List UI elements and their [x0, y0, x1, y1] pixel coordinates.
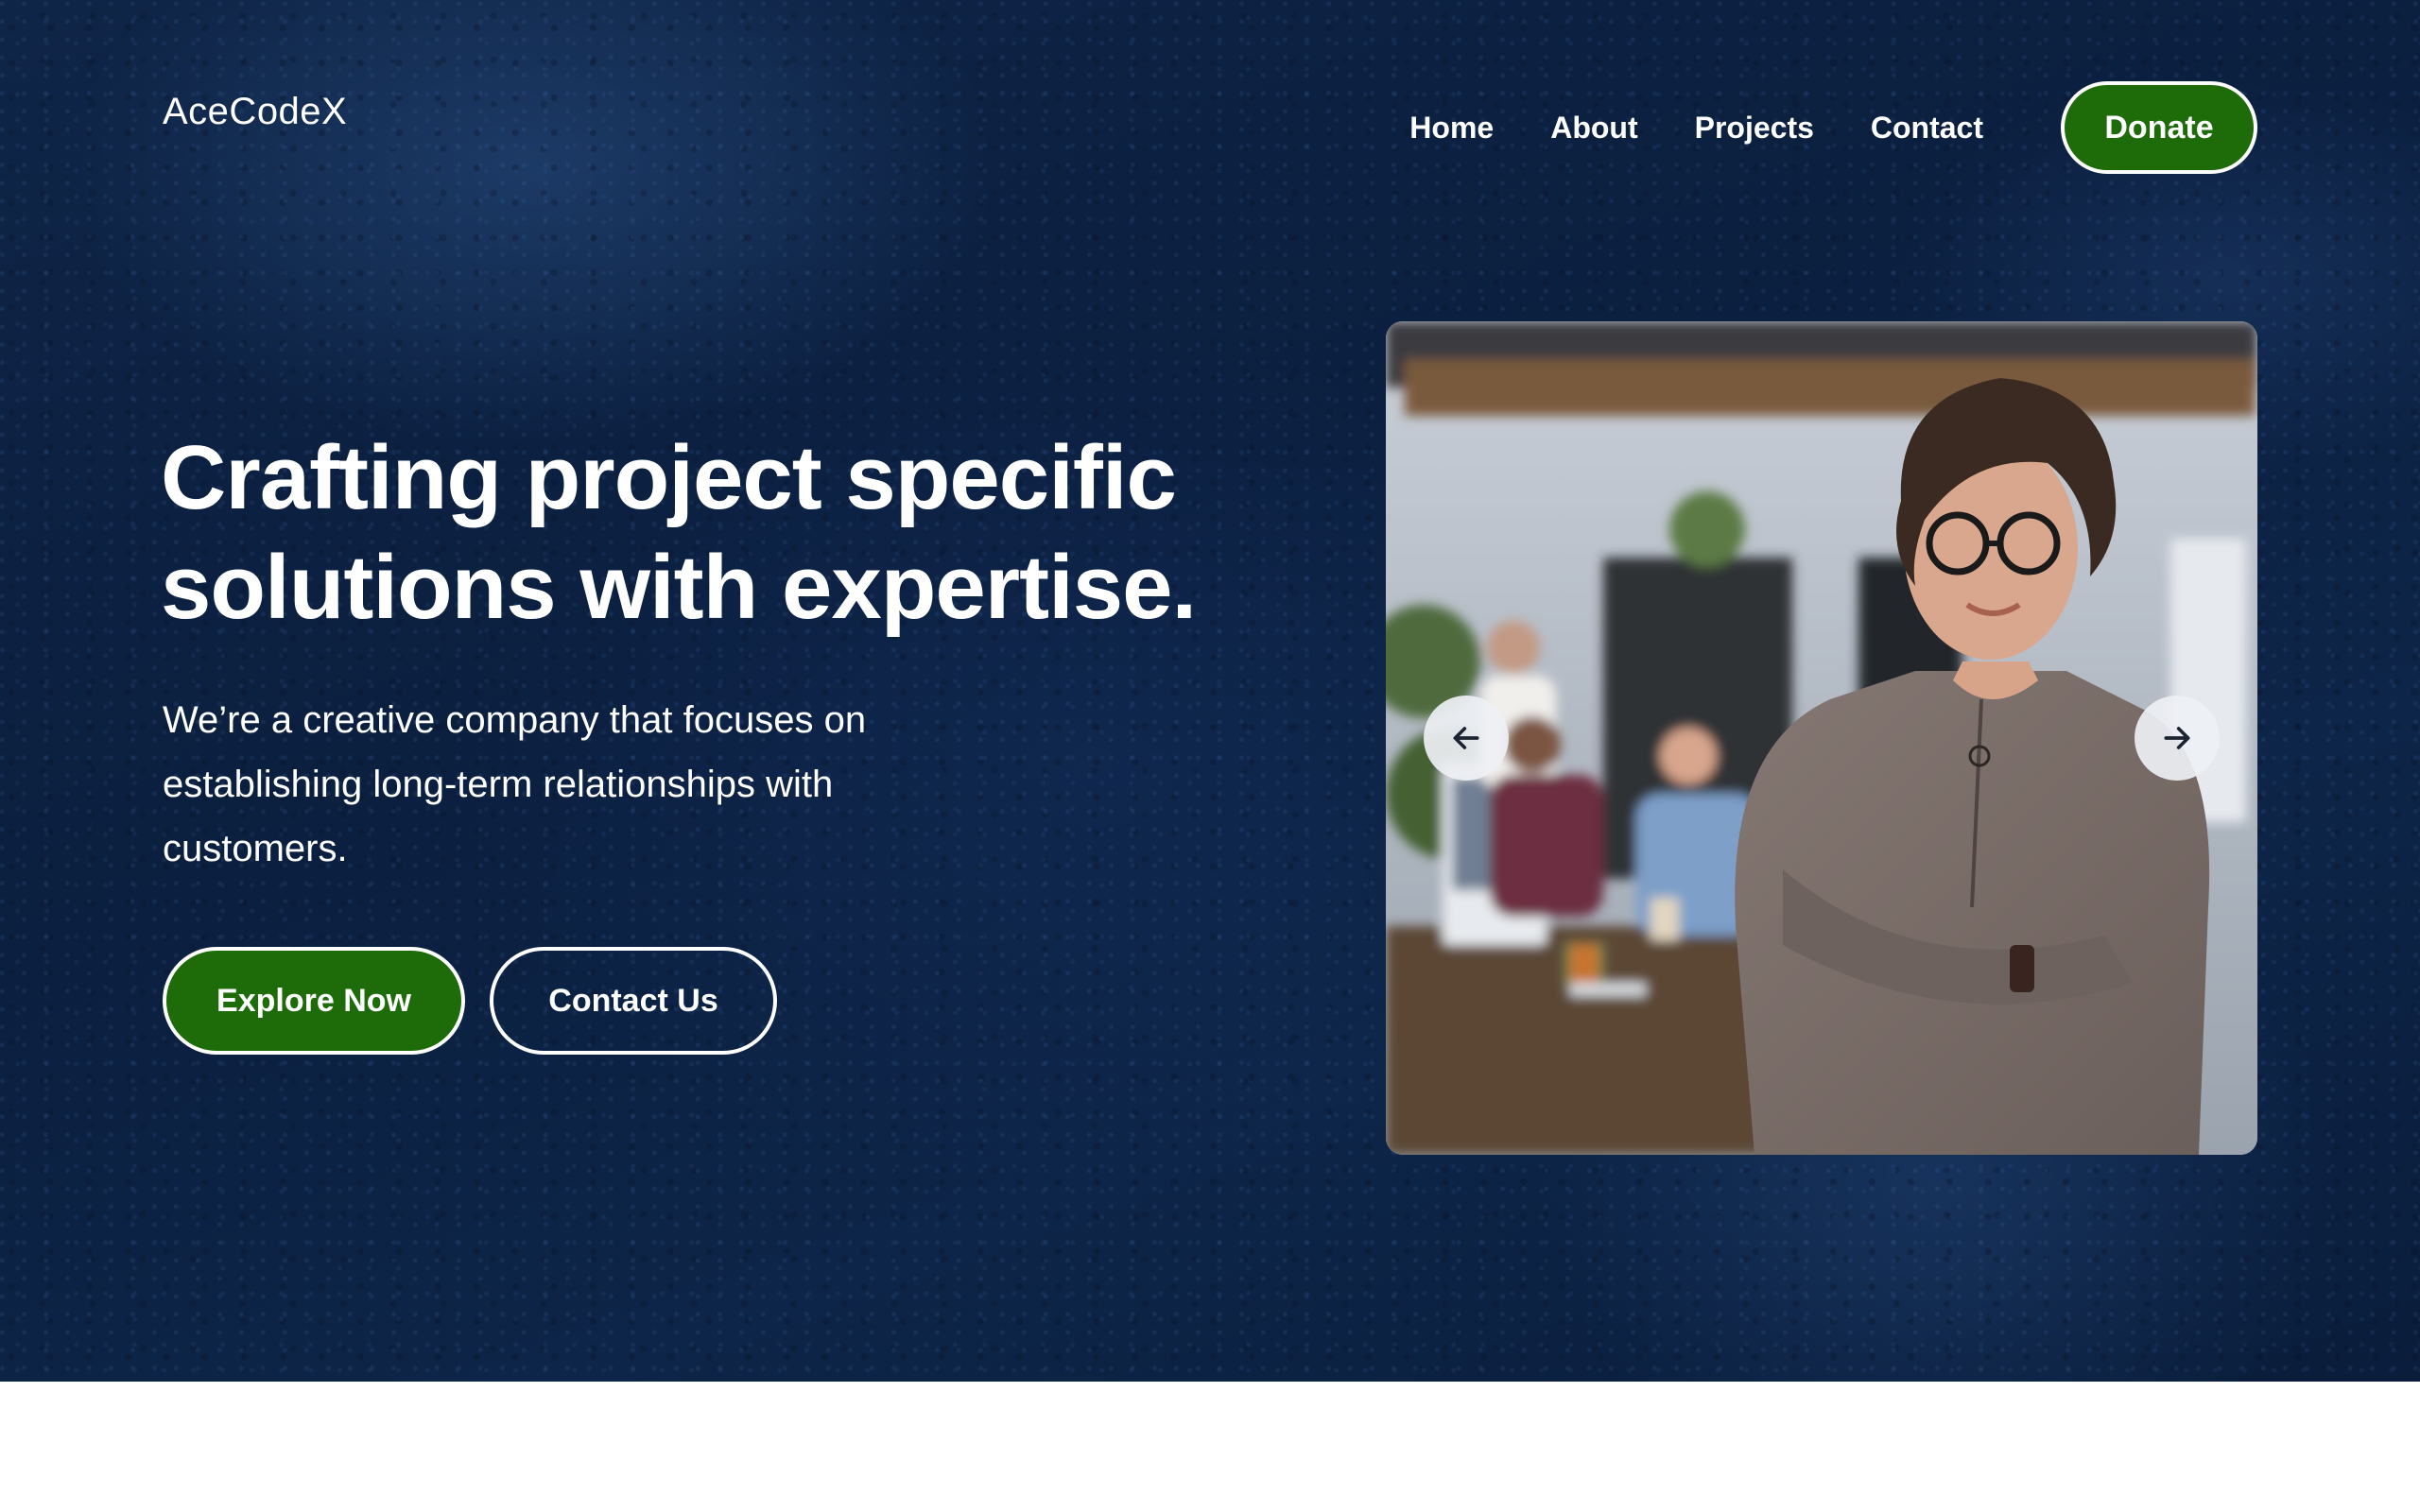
hero-subtext-line1: We’re a creative company that focuses on	[163, 699, 867, 741]
contact-us-button[interactable]: Contact Us	[490, 947, 777, 1055]
hero-headline-line2: solutions with expertise.	[161, 537, 1197, 638]
donate-button[interactable]: Donate	[2061, 81, 2257, 174]
hero-cta-row: Explore Now Contact Us	[163, 947, 777, 1055]
below-hero-section	[0, 1382, 2420, 1512]
slider-photo	[1386, 321, 2257, 1155]
explore-now-button[interactable]: Explore Now	[163, 947, 465, 1055]
nav-link-home[interactable]: Home	[1409, 111, 1494, 146]
hero-section: AceCodeX Home About Projects Contact Don…	[0, 0, 2420, 1382]
hero-headline-line1: Crafting project specific	[161, 427, 1177, 528]
hero-headline: Crafting project specific solutions with…	[161, 423, 1295, 643]
image-slider[interactable]	[1386, 321, 2257, 1155]
nav-link-contact[interactable]: Contact	[1871, 111, 1983, 146]
arrow-left-icon	[1453, 727, 1479, 749]
main-nav: Home About Projects Contact Donate	[1409, 81, 2257, 174]
hero-subtext: We’re a creative company that focuses on…	[163, 688, 976, 881]
slider-prev-button[interactable]	[1424, 696, 1509, 781]
hero-subtext-line3: customers.	[163, 828, 348, 869]
slider-next-button[interactable]	[2135, 696, 2220, 781]
brand-logo[interactable]: AceCodeX	[163, 91, 347, 133]
nav-link-projects[interactable]: Projects	[1695, 111, 1814, 146]
nav-link-about[interactable]: About	[1550, 111, 1637, 146]
arrow-right-icon	[2164, 727, 2190, 749]
hero-subtext-line2: establishing long-term relationships wit…	[163, 764, 834, 805]
